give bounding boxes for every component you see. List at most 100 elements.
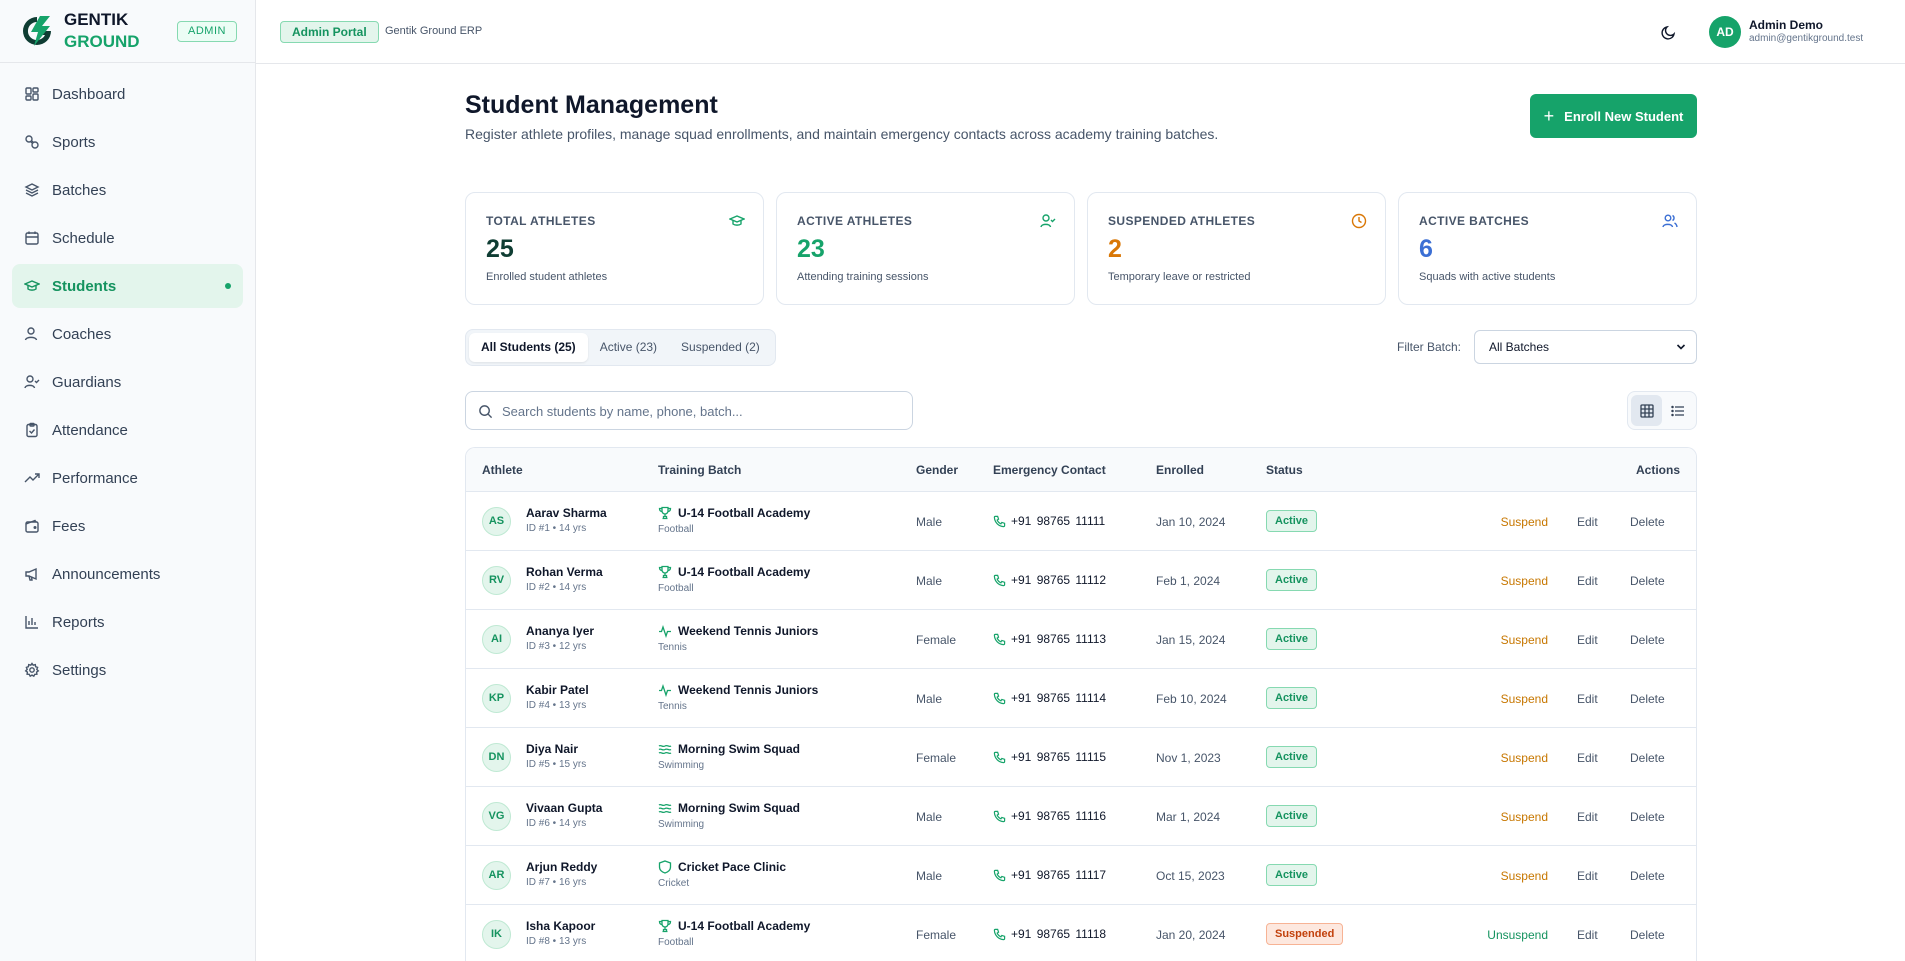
delete-button[interactable]: Delete [1630, 515, 1665, 529]
brand[interactable]: GENTIK GROUND ADMIN [0, 0, 255, 63]
athlete-name[interactable]: Kabir Patel [526, 683, 589, 697]
sidebar-item-label: Guardians [52, 373, 122, 391]
athlete-meta: ID #6 • 14 yrs [526, 818, 587, 829]
suspend-toggle-button[interactable]: Unsuspend [1487, 928, 1548, 942]
phone-icon [993, 751, 1006, 764]
sidebar-item-attendance[interactable]: Attendance [12, 408, 243, 452]
grid-view-button[interactable] [1631, 395, 1662, 426]
suspend-toggle-button[interactable]: Suspend [1501, 515, 1548, 529]
athlete-name[interactable]: Rohan Verma [526, 565, 603, 579]
clock-icon [1351, 213, 1367, 229]
phone-icon [993, 574, 1006, 587]
sidebar-item-reports[interactable]: Reports [12, 600, 243, 644]
header-gender[interactable]: Gender [916, 463, 958, 477]
athlete-name[interactable]: Diya Nair [526, 742, 578, 756]
tab-all-students[interactable]: All Students (25) [469, 333, 588, 362]
filter-batch-select[interactable]: All Batches [1474, 330, 1697, 364]
athlete-avatar: AS [482, 507, 511, 536]
header-enrolled[interactable]: Enrolled [1156, 463, 1204, 477]
sidebar-item-performance[interactable]: Performance [12, 456, 243, 500]
edit-button[interactable]: Edit [1577, 515, 1598, 529]
suspend-toggle-button[interactable]: Suspend [1501, 810, 1548, 824]
batch-name: Cricket Pace Clinic [678, 860, 787, 874]
athlete-gender: Male [916, 869, 943, 883]
delete-button[interactable]: Delete [1630, 574, 1665, 588]
user-email: admin@gentikground.test [1749, 33, 1864, 44]
sidebar-item-label: Announcements [52, 565, 161, 583]
batch-sport: Football [658, 937, 694, 948]
suspend-toggle-button[interactable]: Suspend [1501, 751, 1548, 765]
sidebar-item-dashboard[interactable]: Dashboard [12, 72, 243, 116]
stat-value: 23 [797, 235, 825, 263]
tab-active[interactable]: Active (23) [588, 333, 669, 362]
stat-value: 25 [486, 235, 514, 263]
sidebar-item-settings[interactable]: Settings [12, 648, 243, 692]
sidebar-item-label: Sports [52, 133, 96, 151]
delete-button[interactable]: Delete [1630, 810, 1665, 824]
avatar[interactable]: AD [1709, 16, 1741, 48]
header-training-batch[interactable]: Training Batch [658, 463, 741, 477]
edit-button[interactable]: Edit [1577, 751, 1598, 765]
active-indicator-dot [225, 283, 231, 289]
athlete-avatar: VG [482, 802, 511, 831]
enrolled-date: Mar 1, 2024 [1156, 810, 1221, 824]
athlete-name[interactable]: Isha Kapoor [526, 919, 595, 933]
delete-button[interactable]: Delete [1630, 928, 1665, 942]
athlete-meta: ID #2 • 14 yrs [526, 582, 587, 593]
sidebar-item-sports[interactable]: Sports [12, 120, 243, 164]
sports-icon [25, 135, 39, 149]
list-view-button[interactable] [1662, 395, 1693, 426]
suspend-toggle-button[interactable]: Suspend [1501, 692, 1548, 706]
sidebar-item-fees[interactable]: Fees [12, 504, 243, 548]
sidebar: GENTIK GROUND ADMIN Dashboard Sports Bat… [0, 0, 256, 961]
header-status[interactable]: Status [1266, 463, 1303, 477]
enroll-new-student-button[interactable]: + Enroll New Student [1530, 94, 1697, 138]
grid-icon [1639, 403, 1654, 418]
edit-button[interactable]: Edit [1577, 869, 1598, 883]
tab-suspended[interactable]: Suspended (2) [669, 333, 772, 362]
athlete-name[interactable]: Ananya Iyer [526, 624, 594, 638]
delete-button[interactable]: Delete [1630, 633, 1665, 647]
search-input[interactable] [502, 400, 902, 422]
athlete-name[interactable]: Arjun Reddy [526, 860, 597, 874]
edit-button[interactable]: Edit [1577, 928, 1598, 942]
sidebar-item-schedule[interactable]: Schedule [12, 216, 243, 260]
batch-sport: Tennis [658, 642, 687, 653]
table-row: AI Ananya Iyer ID #3 • 12 yrs Weekend Te… [466, 610, 1696, 669]
batch-sport: Cricket [658, 878, 690, 889]
emergency-phone: +91 98765 11117 [1011, 868, 1107, 882]
sidebar-item-announcements[interactable]: Announcements [12, 552, 243, 596]
emergency-phone: +91 98765 11118 [1011, 927, 1107, 941]
sidebar-item-batches[interactable]: Batches [12, 168, 243, 212]
athlete-name[interactable]: Vivaan Gupta [526, 801, 602, 815]
moon-icon[interactable] [1661, 24, 1677, 40]
edit-button[interactable]: Edit [1577, 633, 1598, 647]
edit-button[interactable]: Edit [1577, 692, 1598, 706]
emergency-phone: +91 98765 11112 [1011, 573, 1107, 587]
sidebar-item-guardians[interactable]: Guardians [12, 360, 243, 404]
waves-icon [658, 803, 672, 814]
enrolled-date: Jan 10, 2024 [1156, 515, 1226, 529]
athlete-avatar: KP [482, 684, 511, 713]
suspend-toggle-button[interactable]: Suspend [1501, 574, 1548, 588]
sidebar-item-coaches[interactable]: Coaches [12, 312, 243, 356]
emergency-phone: +91 98765 11115 [1011, 750, 1107, 764]
header-emergency-contact[interactable]: Emergency Contact [993, 463, 1106, 477]
activity-icon [659, 683, 671, 697]
edit-button[interactable]: Edit [1577, 810, 1598, 824]
megaphone-icon [25, 567, 37, 581]
athlete-meta: ID #8 • 13 yrs [526, 936, 587, 947]
athlete-name[interactable]: Aarav Sharma [526, 506, 607, 520]
delete-button[interactable]: Delete [1630, 869, 1665, 883]
batch-name: U-14 Football Academy [678, 565, 811, 579]
delete-button[interactable]: Delete [1630, 751, 1665, 765]
sidebar-item-students[interactable]: Students [12, 264, 243, 308]
sidebar-item-label: Settings [52, 661, 107, 679]
suspend-toggle-button[interactable]: Suspend [1501, 633, 1548, 647]
edit-button[interactable]: Edit [1577, 574, 1598, 588]
delete-button[interactable]: Delete [1630, 692, 1665, 706]
table-row: AS Aarav Sharma ID #1 • 14 yrs U-14 Foot… [466, 492, 1696, 551]
header-athlete[interactable]: Athlete [482, 463, 523, 477]
suspend-toggle-button[interactable]: Suspend [1501, 869, 1548, 883]
sidebar-item-label: Schedule [52, 229, 115, 247]
